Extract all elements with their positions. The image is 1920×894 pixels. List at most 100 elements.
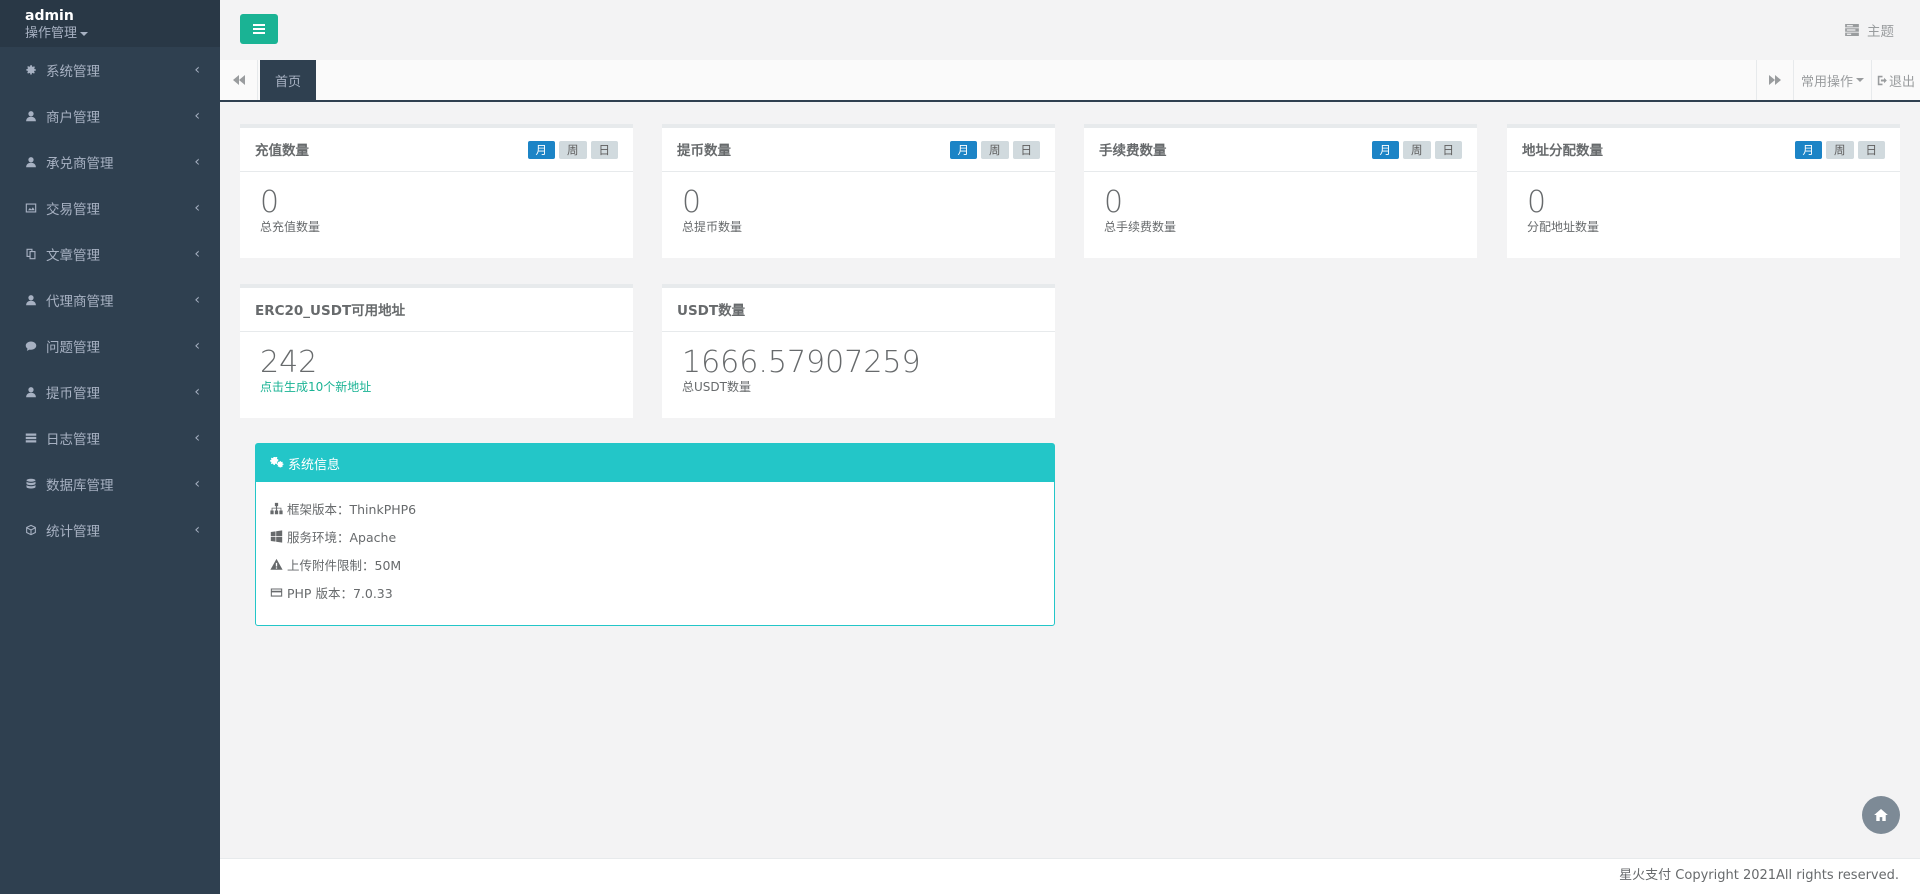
common-ops-dropdown[interactable]: 常用操作 (1794, 60, 1872, 100)
info-row-server: 服务环境：Apache (270, 522, 1040, 550)
period-month-button[interactable]: 月 (1371, 141, 1399, 159)
info-row-upload-limit: 上传附件限制：50M (270, 550, 1040, 578)
username: admin (25, 8, 74, 24)
period-week-button[interactable]: 周 (1403, 141, 1431, 159)
top-navbar: 主题 (220, 0, 1920, 60)
sidebar-item-withdraw[interactable]: 提币管理 ‹ (0, 369, 220, 415)
widget-value: 0 (260, 185, 280, 220)
gear-icon (24, 63, 38, 77)
widget-body: 1666.57907259 总USDT数量 (662, 332, 1055, 410)
widget-value: 1666.57907259 (682, 345, 921, 380)
user-icon (24, 155, 38, 169)
widget-header: 充值数量 月 周 日 (240, 128, 633, 172)
sidebar-item-stats[interactable]: 统计管理 ‹ (0, 507, 220, 553)
sidebar-toggle-button[interactable] (240, 14, 278, 44)
logout-button[interactable]: 退出 (1872, 60, 1920, 100)
widget-header: ERC20_USDT可用地址 (240, 288, 633, 332)
chevron-left-icon: ‹ (194, 384, 200, 400)
period-day-button[interactable]: 日 (1857, 141, 1885, 159)
widget-value: 0 (682, 185, 702, 220)
chevron-left-icon: ‹ (194, 476, 200, 492)
tabs-scroll-right-button[interactable] (1756, 60, 1794, 100)
tab-home[interactable]: 首页 (260, 60, 316, 100)
sidebar: admin 操作管理 系统管理 ‹ 商户管理 ‹ 承兑商管理 ‹ 交易管理 ‹ … (0, 0, 220, 894)
sidebar-item-label: 问题管理 (46, 340, 100, 356)
tasks-icon (1845, 24, 1859, 36)
sidebar-item-label: 代理商管理 (46, 294, 114, 310)
back-to-top-button[interactable] (1862, 796, 1900, 834)
period-switcher: 月 周 日 (1794, 141, 1885, 159)
info-label: 上传附件限制：50M (287, 557, 402, 573)
comment-icon (24, 339, 38, 353)
period-day-button[interactable]: 日 (1012, 141, 1040, 159)
widget-caption: 分配地址数量 (1527, 220, 1600, 234)
sidebar-item-merchant[interactable]: 商户管理 ‹ (0, 93, 220, 139)
widget-withdraw: 提币数量 月 周 日 0 总提币数量 (662, 124, 1055, 258)
widget-value: 0 (1104, 185, 1124, 220)
sidebar-item-log[interactable]: 日志管理 ‹ (0, 415, 220, 461)
user-icon (24, 293, 38, 307)
warning-icon (270, 558, 283, 570)
sidebar-item-article[interactable]: 文章管理 ‹ (0, 231, 220, 277)
sidebar-item-label: 系统管理 (46, 64, 100, 80)
system-info-panel: 系统信息 框架版本：ThinkPHP6 服务环境：Apache 上传附件限制：5… (255, 443, 1055, 626)
chevron-left-icon: ‹ (194, 522, 200, 538)
forward-icon (1769, 75, 1781, 85)
info-label: 框架版本：ThinkPHP6 (287, 501, 417, 517)
home-icon (1874, 809, 1888, 821)
period-switcher: 月 周 日 (527, 141, 618, 159)
widget-header: 提币数量 月 周 日 (662, 128, 1055, 172)
widget-usdt-amount: USDT数量 1666.57907259 总USDT数量 (662, 284, 1055, 418)
widget-recharge: 充值数量 月 周 日 0 总充值数量 (240, 124, 633, 258)
panel-heading: 系统信息 (256, 444, 1054, 482)
sidebar-item-trade[interactable]: 交易管理 ‹ (0, 185, 220, 231)
widget-value: 242 (260, 345, 318, 380)
period-day-button[interactable]: 日 (590, 141, 618, 159)
logout-label: 退出 (1888, 74, 1915, 90)
sidebar-item-system[interactable]: 系统管理 ‹ (0, 47, 220, 93)
widget-caption: 总提币数量 (682, 220, 743, 234)
period-month-button[interactable]: 月 (527, 141, 555, 159)
role-label: 操作管理 (25, 26, 78, 41)
sidebar-item-question[interactable]: 问题管理 ‹ (0, 323, 220, 369)
chevron-left-icon: ‹ (194, 430, 200, 446)
tabs-scroll-left-button[interactable] (220, 60, 258, 100)
sidebar-item-label: 交易管理 (46, 202, 100, 218)
picture-icon (24, 201, 38, 215)
period-switcher: 月 周 日 (1371, 141, 1462, 159)
widget-body: 0 总提币数量 (662, 172, 1055, 250)
widget-body: 0 总充值数量 (240, 172, 633, 250)
widget-title: ERC20_USDT可用地址 (255, 303, 406, 319)
period-week-button[interactable]: 周 (981, 141, 1009, 159)
widget-header: 地址分配数量 月 周 日 (1507, 128, 1900, 172)
info-label: PHP 版本：7.0.33 (287, 585, 393, 601)
sidebar-item-database[interactable]: 数据库管理 ‹ (0, 461, 220, 507)
footer: 星火支付 Copyright 2021All rights reserved. (220, 858, 1920, 894)
info-label: 服务环境：Apache (287, 529, 397, 545)
period-day-button[interactable]: 日 (1434, 141, 1462, 159)
windows-icon (270, 529, 283, 543)
sidebar-item-label: 日志管理 (46, 432, 100, 448)
widget-erc20-addresses: ERC20_USDT可用地址 242 点击生成10个新地址 (240, 284, 633, 418)
role-dropdown[interactable]: 操作管理 (25, 25, 220, 42)
user-icon (24, 109, 38, 123)
credit-card-icon (270, 587, 283, 597)
generate-addresses-link[interactable]: 点击生成10个新地址 (260, 379, 613, 395)
sidebar-nav: 系统管理 ‹ 商户管理 ‹ 承兑商管理 ‹ 交易管理 ‹ 文章管理 ‹ 代理商管… (0, 47, 220, 553)
caret-down-icon (1856, 78, 1864, 82)
period-month-button[interactable]: 月 (1794, 141, 1822, 159)
sidebar-item-acceptor[interactable]: 承兑商管理 ‹ (0, 139, 220, 185)
user-icon (24, 385, 38, 399)
theme-button[interactable]: 主题 (1845, 20, 1894, 40)
period-week-button[interactable]: 周 (1826, 141, 1854, 159)
profile: admin 操作管理 (0, 0, 220, 47)
chevron-left-icon: ‹ (194, 62, 200, 78)
caret-down-icon (80, 31, 89, 36)
sidebar-item-agent[interactable]: 代理商管理 ‹ (0, 277, 220, 323)
widget-body: 242 点击生成10个新地址 (240, 332, 633, 410)
period-month-button[interactable]: 月 (949, 141, 977, 159)
period-week-button[interactable]: 周 (559, 141, 587, 159)
widget-address-allocation: 地址分配数量 月 周 日 0 分配地址数量 (1507, 124, 1900, 258)
database-icon (24, 477, 38, 491)
widget-caption: 总手续费数量 (1104, 220, 1177, 234)
